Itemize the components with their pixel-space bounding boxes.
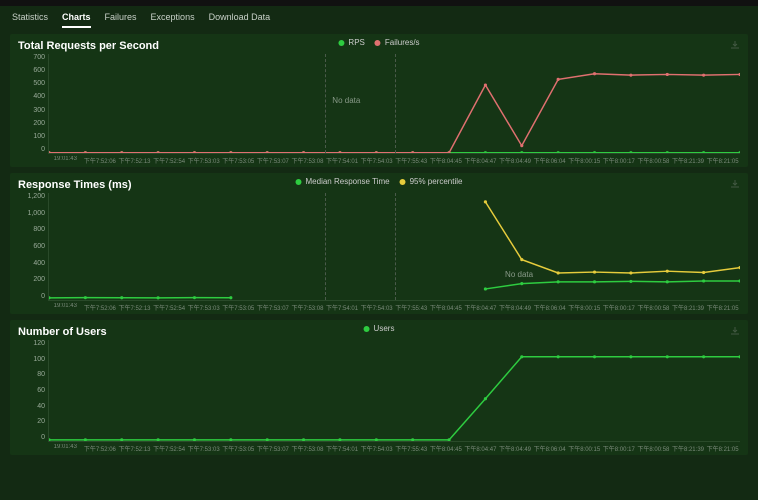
legend-users[interactable]: Users xyxy=(364,324,395,333)
tab-statistics[interactable]: Statistics xyxy=(12,12,48,28)
nav-tabs: Statistics Charts Failures Exceptions Do… xyxy=(0,6,758,30)
download-icon[interactable] xyxy=(730,40,740,50)
plot-area: No data xyxy=(48,54,740,154)
plot-area: No data xyxy=(48,193,740,301)
region-divider xyxy=(395,193,396,300)
xaxis: 19:01:43下午7:52:06下午7:52:13下午7:52:54下午7:5… xyxy=(48,442,740,453)
xaxis: 19:01:43下午7:52:06下午7:52:13下午7:52:54下午7:5… xyxy=(48,301,740,312)
dot-icon xyxy=(400,179,406,185)
panel-rps-legend: RPS Failures/s xyxy=(338,38,419,47)
region-divider xyxy=(325,54,326,153)
region-divider xyxy=(325,193,326,300)
panel-rt-legend: Median Response Time 95% percentile xyxy=(296,177,463,186)
yaxis: 0100200300400500600700 xyxy=(18,54,48,153)
legend-median[interactable]: Median Response Time xyxy=(296,177,390,186)
no-data-label: No data xyxy=(505,270,533,279)
panel-response-times: Response Times (ms) Median Response Time… xyxy=(10,173,748,314)
chart-rt: 02004006008001,0001,200 No data 19:01:43… xyxy=(18,193,740,312)
dot-icon xyxy=(364,326,370,332)
tab-exceptions[interactable]: Exceptions xyxy=(151,12,195,28)
chart-panels: Total Requests per Second RPS Failures/s… xyxy=(0,30,758,459)
chart-rps: 0100200300400500600700 No data 19:01:43下… xyxy=(18,54,740,165)
legend-failures[interactable]: Failures/s xyxy=(375,38,420,47)
tab-charts[interactable]: Charts xyxy=(62,12,91,28)
download-icon[interactable] xyxy=(730,179,740,189)
panel-users-legend: Users xyxy=(364,324,395,333)
dot-icon xyxy=(296,179,302,185)
chart-users: 020406080100120 19:01:43下午7:52:06下午7:52:… xyxy=(18,340,740,453)
plot-area xyxy=(48,340,740,442)
no-data-label: No data xyxy=(332,96,360,105)
region-divider xyxy=(395,54,396,153)
download-icon[interactable] xyxy=(730,326,740,336)
tab-failures[interactable]: Failures xyxy=(105,12,137,28)
legend-rps[interactable]: RPS xyxy=(338,38,364,47)
panel-users: Number of Users Users 020406080100120 19… xyxy=(10,320,748,455)
yaxis: 02004006008001,0001,200 xyxy=(18,193,48,300)
legend-p95[interactable]: 95% percentile xyxy=(400,177,463,186)
panel-rps: Total Requests per Second RPS Failures/s… xyxy=(10,34,748,167)
dot-icon xyxy=(375,40,381,46)
xaxis: 19:01:43下午7:52:06下午7:52:13下午7:52:54下午7:5… xyxy=(48,154,740,165)
dot-icon xyxy=(338,40,344,46)
yaxis: 020406080100120 xyxy=(18,340,48,441)
tab-download-data[interactable]: Download Data xyxy=(209,12,271,28)
